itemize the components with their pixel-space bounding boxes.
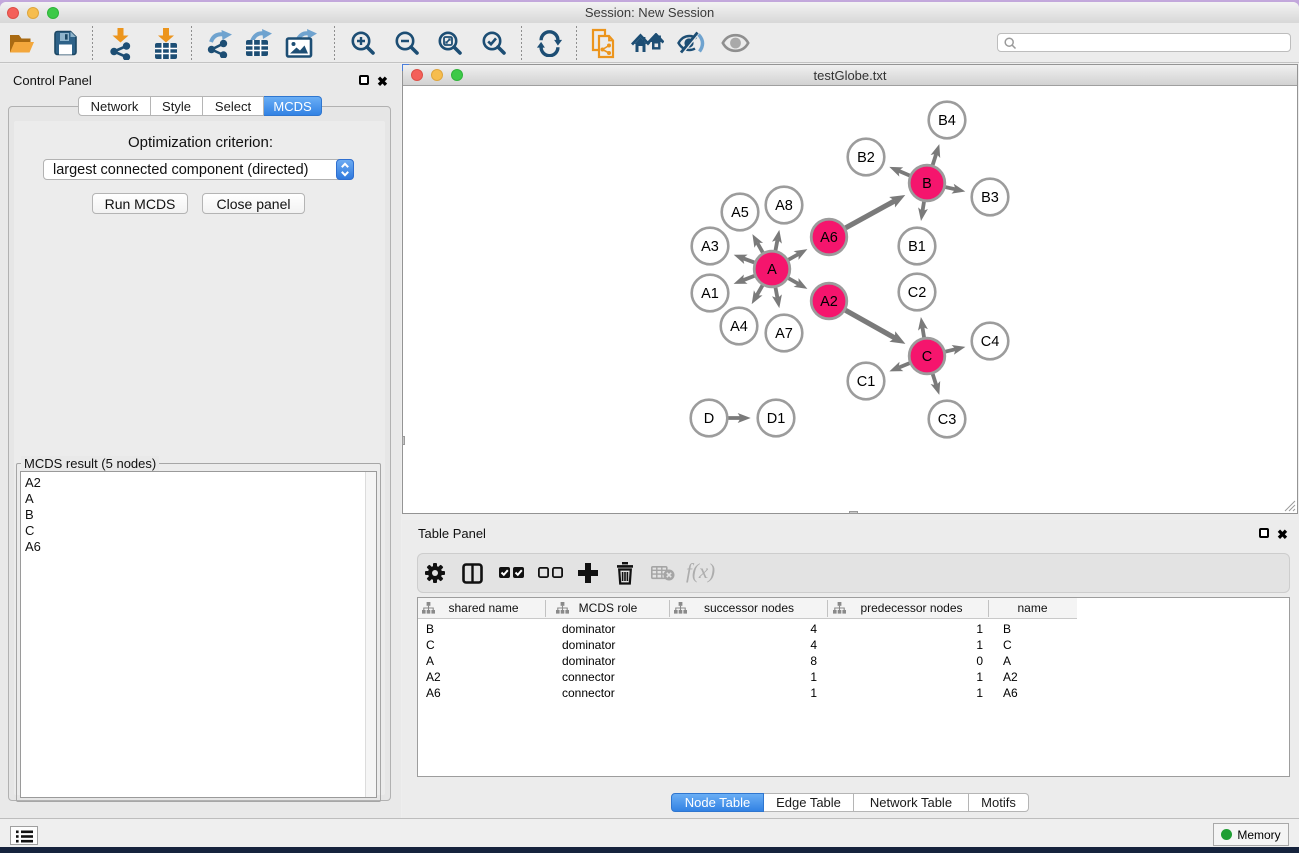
svg-text:C4: C4 xyxy=(981,334,1000,350)
svg-text:A5: A5 xyxy=(731,205,749,221)
svg-text:B3: B3 xyxy=(981,190,999,206)
svg-text:C2: C2 xyxy=(908,285,927,301)
svg-text:A6: A6 xyxy=(820,230,838,246)
svg-text:C3: C3 xyxy=(938,412,957,428)
svg-text:C1: C1 xyxy=(857,374,876,390)
svg-text:B4: B4 xyxy=(938,113,956,129)
svg-text:B2: B2 xyxy=(857,150,875,166)
svg-text:A: A xyxy=(767,262,777,278)
svg-text:D: D xyxy=(704,411,714,427)
svg-text:A8: A8 xyxy=(775,198,793,214)
svg-text:B: B xyxy=(922,176,932,192)
svg-text:A4: A4 xyxy=(730,319,748,335)
svg-text:A3: A3 xyxy=(701,239,719,255)
svg-text:B1: B1 xyxy=(908,239,926,255)
svg-text:D1: D1 xyxy=(767,411,786,427)
svg-text:A1: A1 xyxy=(701,286,719,302)
svg-text:C: C xyxy=(922,349,932,365)
svg-text:A2: A2 xyxy=(820,294,838,310)
svg-text:A7: A7 xyxy=(775,326,793,342)
